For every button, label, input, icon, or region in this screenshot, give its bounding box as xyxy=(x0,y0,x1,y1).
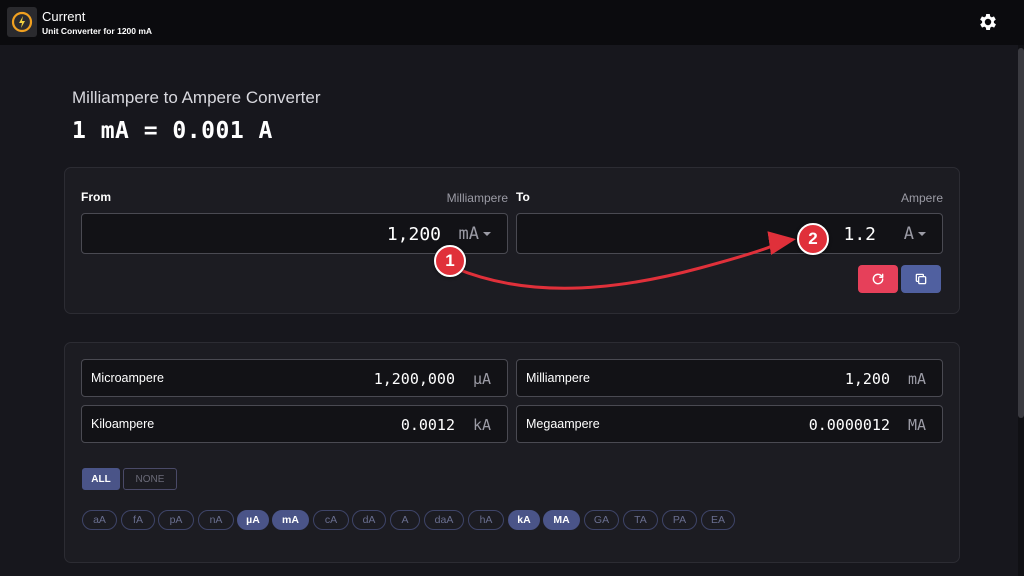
unit-chip[interactable]: hA xyxy=(468,510,504,530)
chevron-down-icon xyxy=(918,232,926,236)
unit-chip[interactable]: GA xyxy=(584,510,619,530)
select-none-button[interactable]: NONE xyxy=(123,468,177,490)
unit-chip[interactable]: dA xyxy=(352,510,386,530)
result-unit-symbol: mA xyxy=(907,370,926,388)
from-label: From xyxy=(81,190,111,204)
select-all-button[interactable]: ALL xyxy=(82,468,120,490)
unit-chip[interactable]: daA xyxy=(424,510,464,530)
unit-chip[interactable]: TA xyxy=(623,510,658,530)
top-bar: Current Unit Converter for 1200 mA xyxy=(0,0,1024,45)
unit-chip[interactable]: mA xyxy=(272,510,309,530)
conversion-formula: 1 mA = 0.001 A xyxy=(72,118,273,144)
refresh-icon xyxy=(872,273,884,285)
reset-button[interactable] xyxy=(858,265,898,293)
to-unit-label: A xyxy=(903,224,914,244)
result-value: 1,200,000 xyxy=(373,370,455,388)
unit-chip[interactable]: kA xyxy=(508,510,540,530)
converter-heading: Milliampere to Ampere Converter xyxy=(72,88,321,107)
unit-chip[interactable]: nA xyxy=(198,510,234,530)
to-label: To xyxy=(516,190,530,204)
result-row[interactable]: Megaampere 0.0000012 MA xyxy=(516,405,943,443)
unit-chip[interactable]: PA xyxy=(662,510,697,530)
to-input[interactable]: 1.2 A xyxy=(516,213,943,254)
unit-chip[interactable]: pA xyxy=(158,510,194,530)
unit-chip[interactable]: EA xyxy=(701,510,735,530)
unit-chip[interactable]: aA xyxy=(82,510,117,530)
app-subtitle: Unit Converter for 1200 mA xyxy=(42,26,153,36)
result-row[interactable]: Kiloampere 0.0012 kA xyxy=(81,405,508,443)
from-unit-select[interactable]: mA xyxy=(459,224,491,244)
annotation-badge-2: 2 xyxy=(797,223,829,255)
app-title: Current xyxy=(42,9,86,24)
chevron-down-icon xyxy=(483,232,491,236)
from-value[interactable]: 1,200 xyxy=(387,224,441,245)
to-unit-select[interactable]: A xyxy=(904,224,926,244)
result-unit-symbol: µA xyxy=(472,370,491,388)
result-unit-name: Megaampere xyxy=(526,417,600,431)
unit-chip[interactable]: A xyxy=(390,510,420,530)
from-unit-name: Milliampere xyxy=(446,191,508,205)
result-unit-name: Kiloampere xyxy=(91,417,155,431)
result-unit-symbol: kA xyxy=(472,416,491,434)
app-logo-icon xyxy=(7,7,37,37)
copy-button[interactable] xyxy=(901,265,941,293)
result-value: 1,200 xyxy=(844,370,890,388)
annotation-badge-1: 1 xyxy=(434,245,466,277)
copy-icon xyxy=(915,273,927,285)
unit-chip[interactable]: MA xyxy=(543,510,580,530)
unit-chip[interactable]: µA xyxy=(237,510,269,530)
result-unit-symbol: MA xyxy=(907,416,926,434)
result-row[interactable]: Microampere 1,200,000 µA xyxy=(81,359,508,397)
unit-chip[interactable]: cA xyxy=(313,510,349,530)
unit-chip[interactable]: fA xyxy=(121,510,155,530)
scrollbar-thumb[interactable] xyxy=(1018,48,1024,418)
result-value: 0.0012 xyxy=(400,416,455,434)
result-unit-name: Milliampere xyxy=(526,371,590,385)
gear-icon[interactable] xyxy=(977,11,999,33)
result-value: 0.0000012 xyxy=(808,416,890,434)
from-unit-label: mA xyxy=(458,224,479,244)
result-row[interactable]: Milliampere 1,200 mA xyxy=(516,359,943,397)
to-value[interactable]: 1.2 xyxy=(843,224,876,245)
result-unit-name: Microampere xyxy=(91,371,164,385)
to-unit-name: Ampere xyxy=(900,191,943,205)
